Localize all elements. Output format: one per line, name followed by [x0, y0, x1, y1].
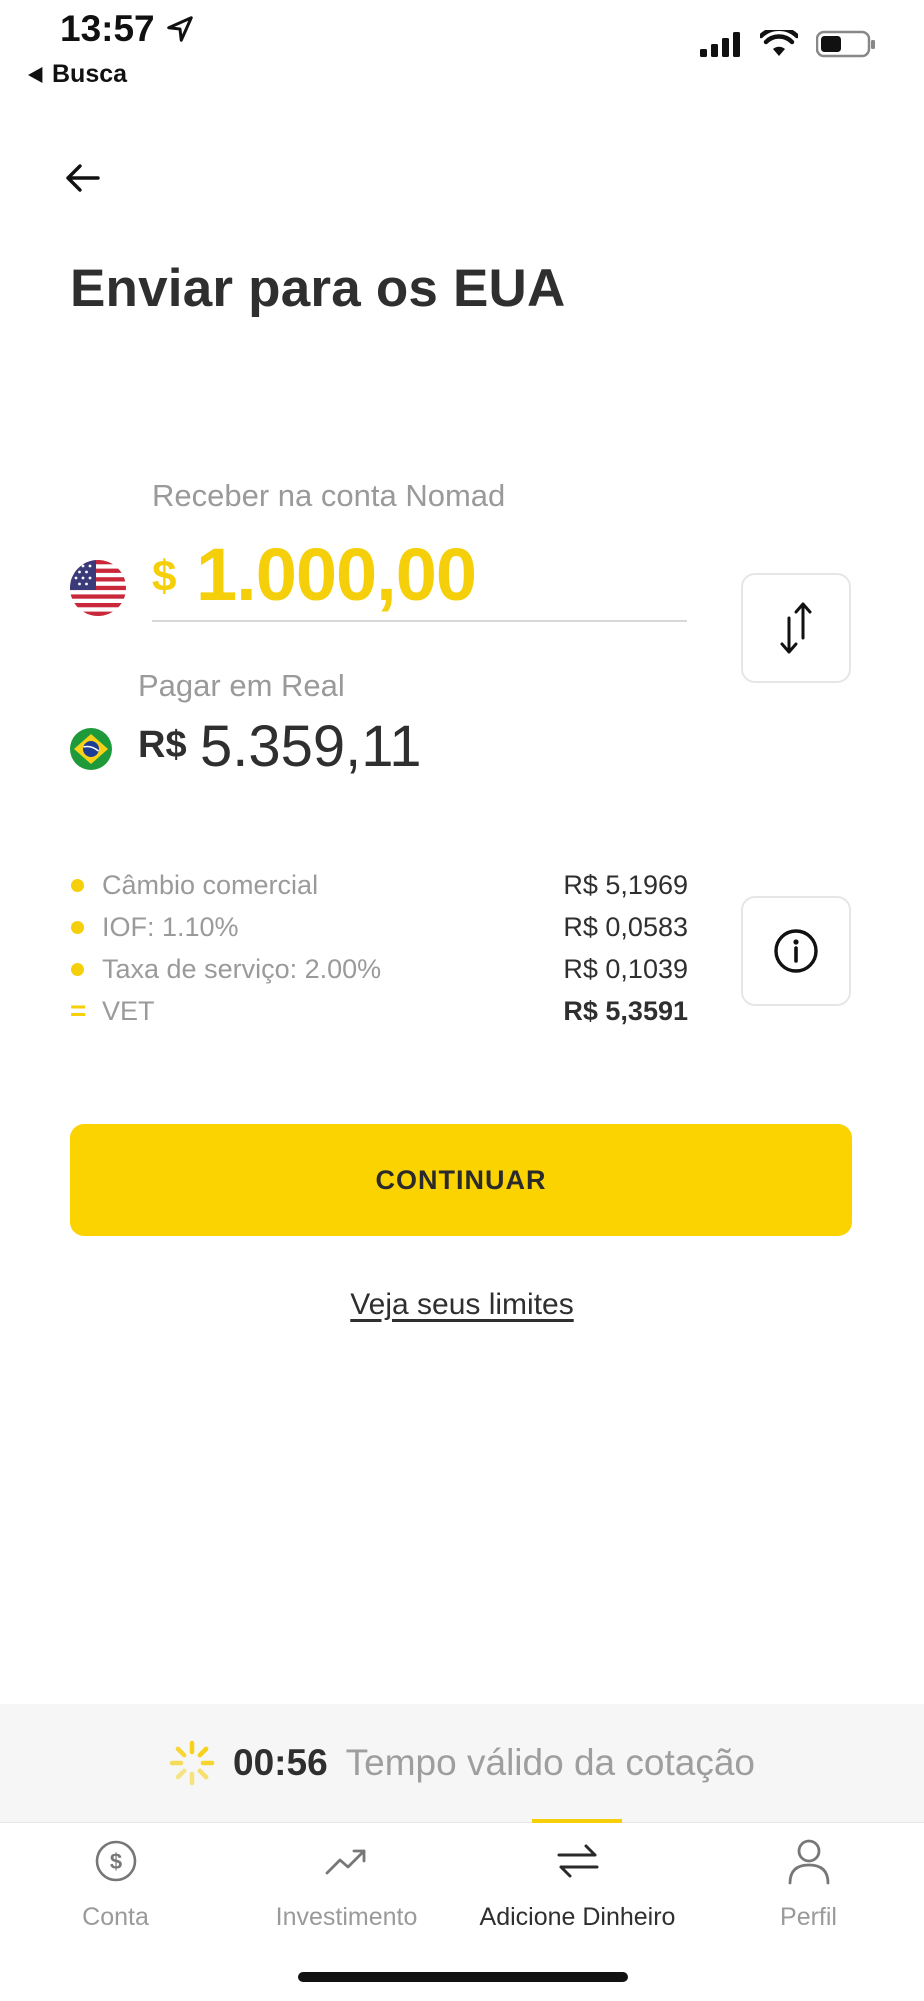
dollar-circle-icon: $	[88, 1833, 144, 1889]
breakdown-label: VET	[102, 995, 155, 1026]
back-to-app[interactable]: Busca	[28, 60, 127, 89]
tab-perfil[interactable]: Perfil	[693, 1833, 924, 1932]
brl-symbol: R$	[138, 724, 187, 766]
pay-label: Pagar em Real	[138, 668, 345, 703]
swap-vertical-icon	[780, 602, 812, 654]
status-bar-time: 13:57	[60, 8, 195, 50]
receive-amount-input[interactable]: 1.000,00	[196, 532, 477, 617]
loading-spinner-icon	[169, 1740, 215, 1786]
arrow-left-icon	[66, 164, 100, 192]
breakdown-row: Câmbio comercial R$ 5,1969	[70, 864, 688, 906]
svg-text:$: $	[109, 1849, 121, 1874]
amount-underline	[152, 620, 687, 622]
quote-timer-value: 00:56	[233, 1742, 328, 1783]
quote-timer-bar: 00:56 Tempo válido da cotação	[0, 1704, 924, 1822]
breakdown-value: R$ 0,1039	[563, 953, 688, 984]
back-app-label: Busca	[52, 60, 128, 88]
trend-up-icon	[319, 1833, 375, 1889]
user-icon	[781, 1833, 837, 1889]
breakdown-label: Câmbio comercial	[102, 869, 319, 900]
cellular-signal-icon	[700, 32, 740, 57]
fee-breakdown: Câmbio comercial R$ 5,1969 IOF: 1.10% R$…	[70, 864, 688, 1032]
quote-timer-label: Tempo válido da cotação	[345, 1742, 755, 1783]
page-title: Enviar para os EUA	[70, 259, 566, 318]
location-arrow-icon	[166, 16, 193, 42]
view-limits-link-text[interactable]: Veja seus limites	[350, 1288, 573, 1321]
wifi-icon	[760, 30, 798, 56]
breakdown-label: IOF: 1.10%	[102, 911, 239, 942]
equals-marker: =	[70, 995, 87, 1026]
home-indicator[interactable]	[298, 1972, 628, 1982]
tab-conta[interactable]: $ Conta	[0, 1833, 231, 1932]
battery-icon	[816, 30, 875, 58]
bullet-dot	[71, 878, 84, 892]
breakdown-total-value: R$ 5,3591	[563, 995, 688, 1026]
continue-button[interactable]: CONTINUAR	[70, 1124, 852, 1236]
receive-label: Receber na conta Nomad	[152, 478, 506, 513]
breakdown-row: IOF: 1.10% R$ 0,0583	[70, 906, 688, 948]
tab-label: Investimento	[275, 1903, 418, 1931]
tab-label: Perfil	[780, 1903, 837, 1931]
view-limits-link: Veja seus limites	[0, 1288, 924, 1322]
tab-adicione-dinheiro[interactable]: Adicione Dinheiro	[462, 1833, 693, 1932]
tab-investimento[interactable]: Investimento	[231, 1833, 462, 1932]
tab-label: Conta	[82, 1903, 149, 1931]
info-button[interactable]	[741, 896, 851, 1006]
usd-symbol: $	[152, 552, 177, 601]
back-button[interactable]	[62, 158, 126, 210]
br-flag-icon	[70, 728, 112, 770]
bullet-dot	[71, 962, 84, 976]
transfer-arrows-icon	[550, 1833, 606, 1889]
bullet-dot	[71, 920, 84, 934]
status-indicators	[700, 30, 876, 58]
us-flag-icon	[70, 560, 126, 616]
small-back-triangle-icon	[28, 66, 43, 83]
breakdown-row-total: = VET R$ 5,3591	[70, 990, 688, 1032]
pay-amount[interactable]: 5.359,11	[200, 713, 421, 780]
active-tab-indicator	[532, 1819, 622, 1823]
status-time: 13:57	[60, 8, 155, 49]
tab-label: Adicione Dinheiro	[479, 1903, 676, 1931]
info-icon	[774, 929, 818, 973]
breakdown-row: Taxa de serviço: 2.00% R$ 0,1039	[70, 948, 688, 990]
breakdown-value: R$ 5,1969	[563, 869, 688, 900]
breakdown-label: Taxa de serviço: 2.00%	[102, 953, 382, 984]
breakdown-value: R$ 0,0583	[563, 911, 688, 942]
swap-currency-button[interactable]	[741, 573, 851, 683]
